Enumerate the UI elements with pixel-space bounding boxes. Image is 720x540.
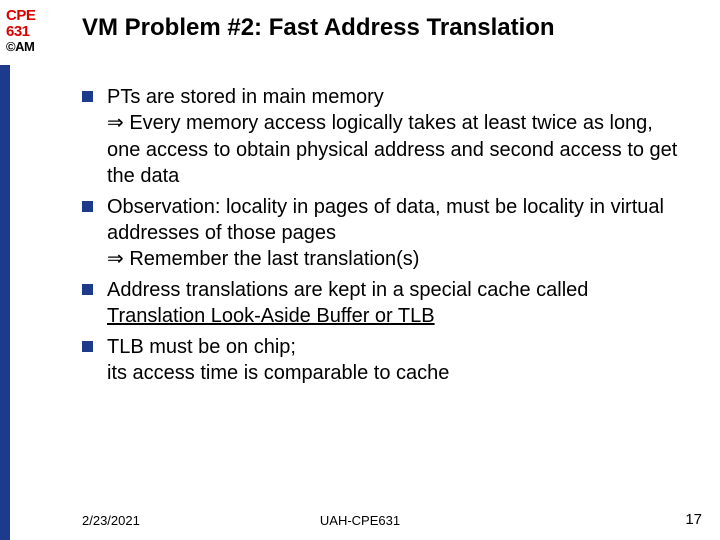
item-text: TLB must be on chip; its access time is …	[107, 334, 690, 387]
bullet-icon	[82, 91, 93, 102]
course-code-line1: CPE	[6, 8, 52, 24]
page-title: VM Problem #2: Fast Address Translation	[82, 14, 700, 42]
item-underlined: Translation Look-Aside Buffer or TLB	[107, 305, 435, 327]
item-rest: its access time is comparable to cache	[107, 362, 449, 384]
item-lead: Observation: locality in pages of data, …	[107, 196, 664, 244]
item-text: Observation: locality in pages of data, …	[107, 194, 690, 273]
item-lead: PTs are stored in main memory	[107, 86, 384, 108]
side-label: CPE 631 ©AM	[6, 8, 52, 53]
list-item: TLB must be on chip; its access time is …	[82, 334, 690, 387]
item-text: PTs are stored in main memory ⇒ Every me…	[107, 84, 690, 190]
slide: CPE 631 ©AM VM Problem #2: Fast Address …	[0, 0, 720, 540]
item-rest: Remember the last translation(s)	[129, 248, 419, 270]
bullet-icon	[82, 341, 93, 352]
item-text: Address translations are kept in a speci…	[107, 277, 690, 330]
footer: 2/23/2021 UAH-CPE631 17	[0, 508, 720, 528]
list-item: PTs are stored in main memory ⇒ Every me…	[82, 84, 690, 190]
course-code-line2: 631	[6, 24, 52, 40]
side-stripe	[0, 65, 10, 540]
bullet-icon	[82, 284, 93, 295]
implies-icon: ⇒	[107, 248, 129, 270]
content-area: PTs are stored in main memory ⇒ Every me…	[82, 84, 690, 390]
footer-center: UAH-CPE631	[0, 513, 720, 528]
item-lead: Address translations are kept in a speci…	[107, 279, 588, 301]
item-rest: Every memory access logically takes at l…	[107, 112, 677, 187]
bullet-icon	[82, 201, 93, 212]
list-item: Address translations are kept in a speci…	[82, 277, 690, 330]
author-label: ©AM	[6, 40, 52, 54]
footer-page: 17	[685, 511, 702, 528]
item-lead: TLB must be on chip;	[107, 336, 296, 358]
implies-icon: ⇒	[107, 112, 129, 134]
list-item: Observation: locality in pages of data, …	[82, 194, 690, 273]
